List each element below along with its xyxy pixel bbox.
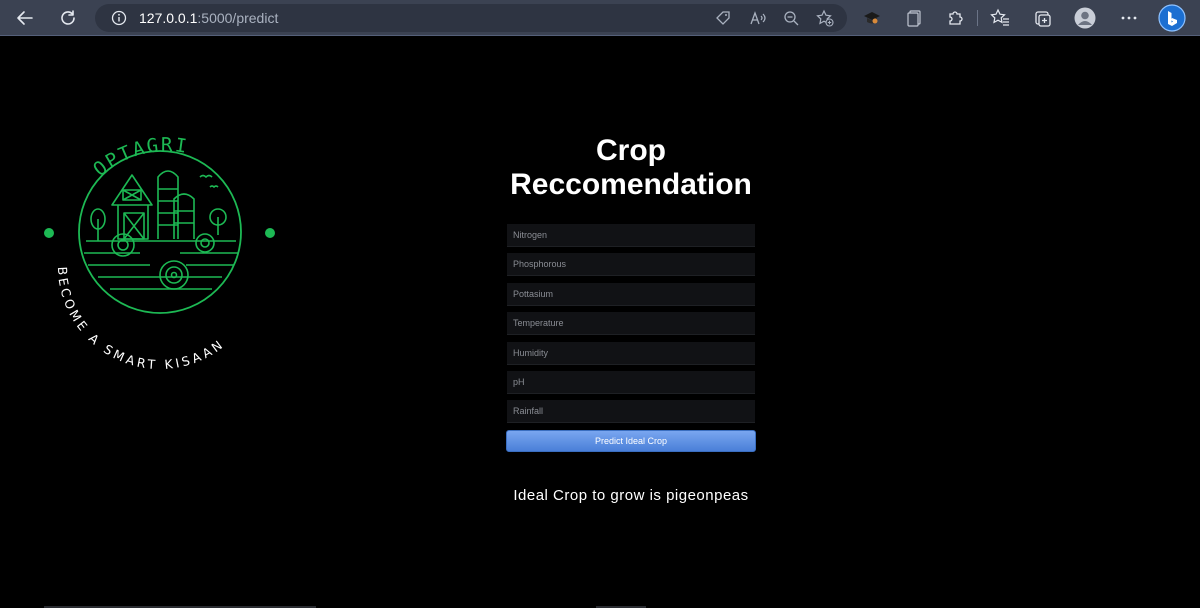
browser-toolbar: 127.0.0.1:5000/predict: [0, 0, 1200, 36]
url-host: 127.0.0.1: [139, 10, 198, 26]
bing-chat-icon[interactable]: [1158, 4, 1186, 32]
extension-cap-icon[interactable]: [862, 8, 882, 28]
temperature-input[interactable]: [507, 312, 755, 335]
refresh-icon[interactable]: [57, 7, 79, 29]
optagri-logo: OPTAGRI BECOME A SMART KISAAN: [40, 117, 280, 397]
favorites-icon[interactable]: [990, 8, 1010, 28]
read-aloud-icon[interactable]: [749, 10, 767, 26]
zoom-out-icon[interactable]: [783, 10, 799, 26]
title-line-2: Reccomendation: [510, 168, 752, 201]
extensions-puzzle-icon[interactable]: [946, 8, 966, 28]
nitrogen-input[interactable]: [507, 224, 755, 247]
add-favorite-icon[interactable]: [816, 9, 834, 27]
url-path: :5000/predict: [197, 10, 279, 26]
pottasium-input[interactable]: [507, 283, 755, 306]
phosphorous-input[interactable]: [507, 253, 755, 276]
add-tab-collection-icon[interactable]: [1033, 8, 1053, 28]
back-arrow-icon[interactable]: [14, 7, 36, 29]
collections-icon[interactable]: [906, 8, 924, 28]
toolbar-divider: [977, 8, 979, 28]
page-title: Crop Reccomendation: [480, 134, 782, 202]
info-icon[interactable]: [111, 10, 127, 26]
rainfall-input[interactable]: [507, 400, 755, 423]
logo-tagline-text: BECOME A SMART KISAAN: [55, 266, 228, 372]
ph-input[interactable]: [507, 371, 755, 394]
title-line-1: Crop: [596, 134, 666, 167]
address-bar[interactable]: 127.0.0.1:5000/predict: [95, 4, 847, 32]
url-text: 127.0.0.1:5000/predict: [139, 10, 278, 26]
predict-ideal-crop-button[interactable]: Predict Ideal Crop: [506, 430, 756, 452]
profile-avatar-icon[interactable]: [1074, 7, 1096, 29]
humidity-input[interactable]: [507, 342, 755, 365]
tag-icon[interactable]: [715, 10, 731, 26]
page-content: OPTAGRI BECOME A SMART KISAAN Crop Recco…: [0, 37, 1200, 608]
prediction-result: Ideal Crop to grow is pigeonpeas: [513, 487, 749, 504]
more-options-icon[interactable]: [1119, 8, 1139, 28]
